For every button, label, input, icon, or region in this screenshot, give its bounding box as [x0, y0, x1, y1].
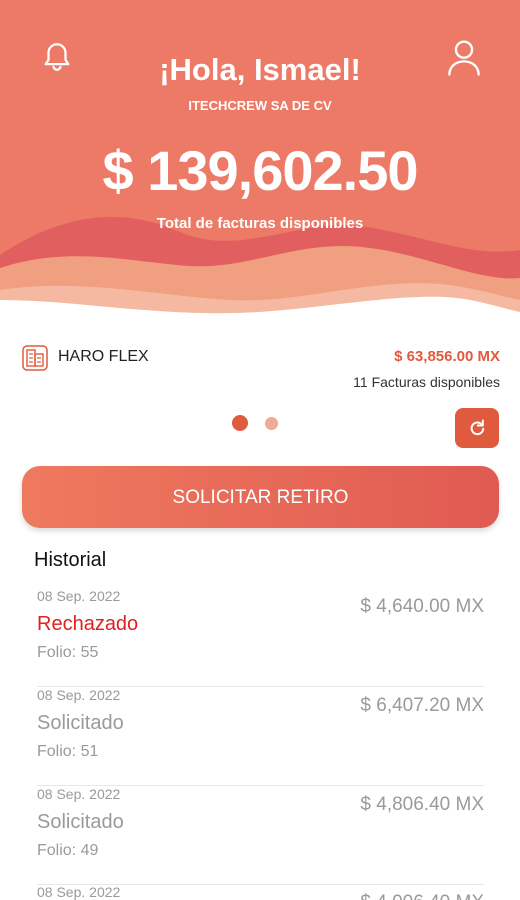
history-folio: Folio: 49	[37, 842, 99, 859]
history-item[interactable]: 08 Sep. 2022 Solicitado Folio: 49 $ 4,80…	[37, 786, 484, 885]
history-amount: $ 6,407.20 MX	[360, 695, 484, 716]
company-card[interactable]: HARO FLEX $ 63,856.00 MX 11 Facturas dis…	[22, 345, 500, 395]
history-amount: $ 4,006.40 MX	[360, 892, 484, 900]
history-date: 08 Sep. 2022	[37, 884, 121, 900]
history-date: 08 Sep. 2022	[37, 786, 121, 802]
history-amount: $ 4,806.40 MX	[360, 794, 484, 815]
history-status: Solicitado	[37, 811, 124, 833]
total-label: Total de facturas disponibles	[156, 215, 364, 232]
company-name: ITECHCREW SA DE CV	[188, 98, 332, 113]
greeting: ¡Hola, Ismael!	[159, 52, 361, 87]
company-card-invoices: 11 Facturas disponibles	[353, 374, 500, 390]
history-folio: Folio: 55	[37, 644, 99, 661]
total-amount: $ 139,602.50	[102, 139, 419, 202]
history-date: 08 Sep. 2022	[37, 687, 121, 703]
pager-dot-active[interactable]	[232, 415, 248, 431]
history-folio: Folio: 51	[37, 743, 99, 760]
pager-dot[interactable]	[265, 417, 278, 430]
history-date: 08 Sep. 2022	[37, 588, 121, 604]
history-item[interactable]: 08 Sep. 2022 Rechazado Folio: 55 $ 4,640…	[37, 588, 484, 687]
history-title: Historial	[34, 549, 107, 571]
history-amount: $ 4,640.00 MX	[360, 596, 484, 617]
withdraw-button[interactable]: SOLICITAR RETIRO	[22, 466, 499, 528]
history-item[interactable]: 08 Sep. 2022 $ 4,006.40 MX	[37, 884, 484, 900]
history-status: Solicitado	[37, 712, 124, 734]
refresh-button[interactable]	[455, 408, 499, 448]
refresh-icon	[470, 419, 485, 436]
history-status: Rechazado	[37, 613, 139, 635]
history-item[interactable]: 08 Sep. 2022 Solicitado Folio: 51 $ 6,40…	[37, 687, 484, 786]
company-card-amount: $ 63,856.00 MX	[394, 348, 500, 365]
header-banner: ¡Hola, Ismael! ITECHCREW SA DE CV $ 139,…	[0, 0, 520, 330]
company-card-name: HARO FLEX	[58, 348, 149, 365]
building-icon	[22, 345, 48, 371]
